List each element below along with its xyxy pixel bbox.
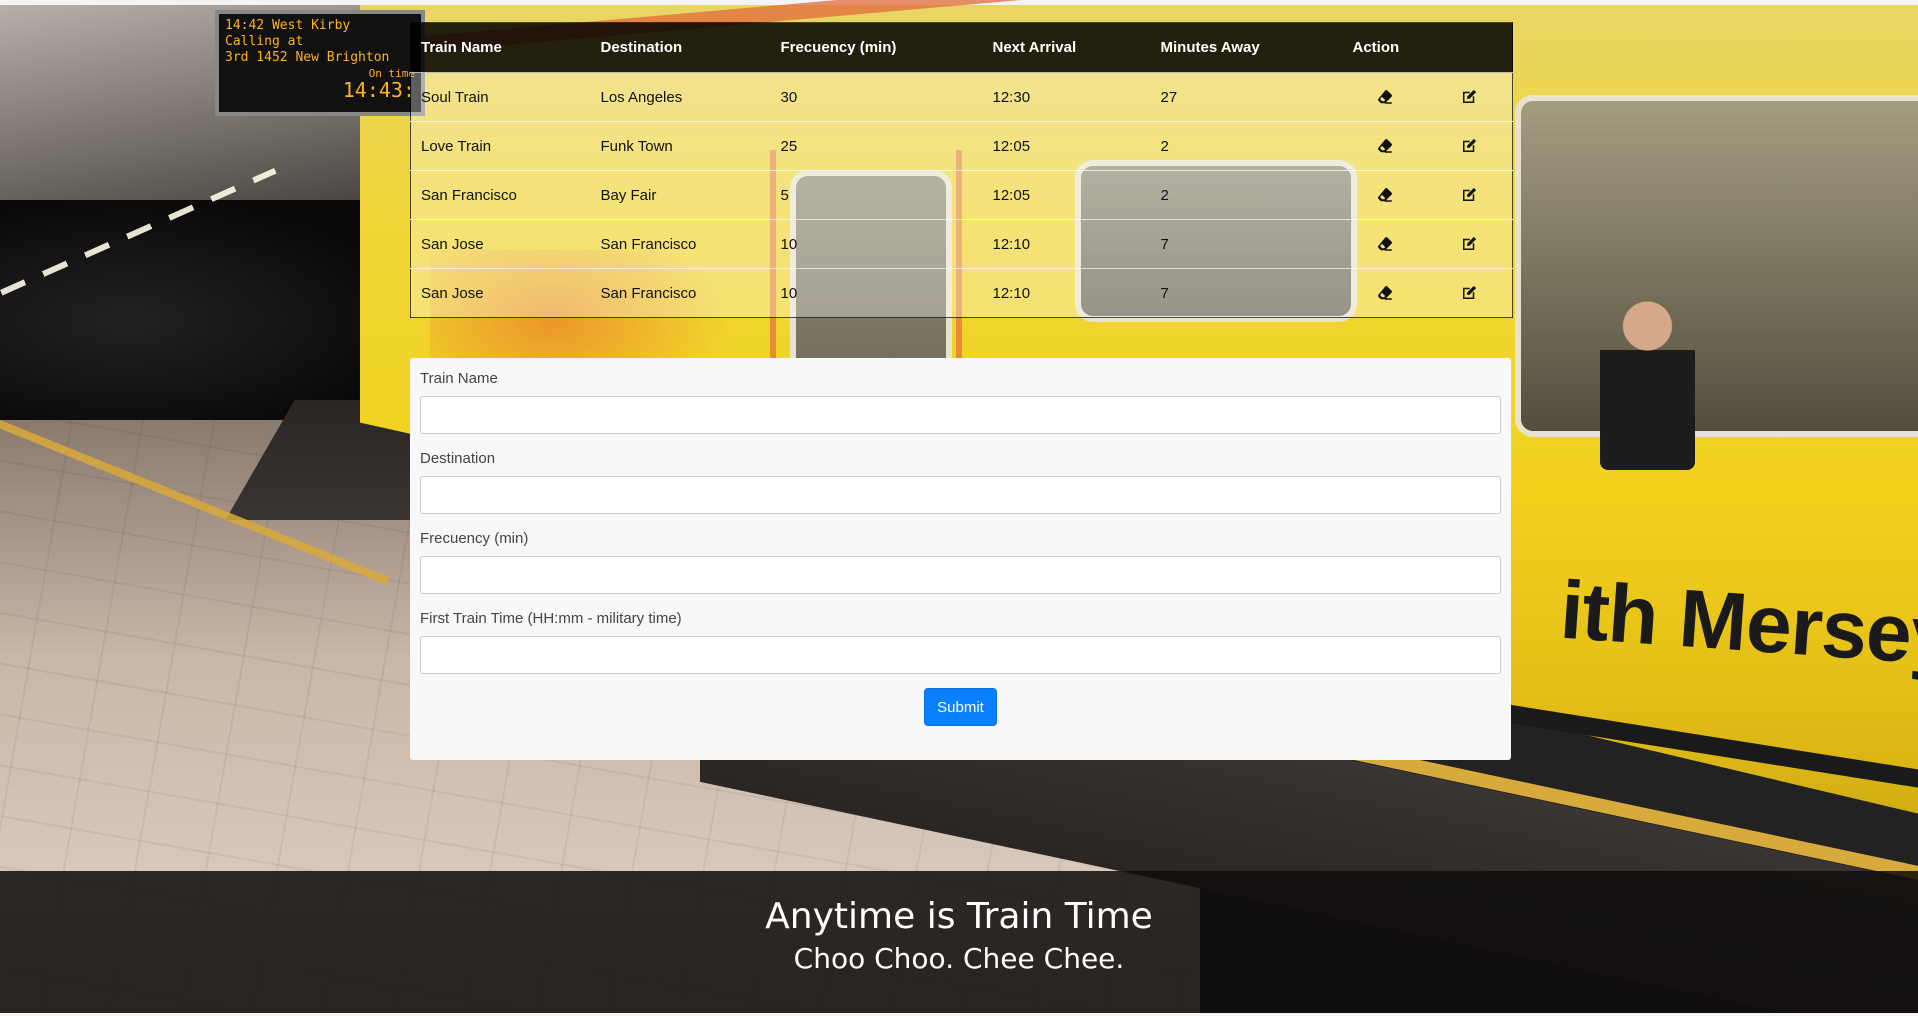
footer-title: Anytime is Train Time [765,896,1153,937]
edit-icon[interactable] [1460,137,1478,155]
edit-icon[interactable] [1460,235,1478,253]
cell-destination: Bay Fair [590,170,771,220]
cell-train-name: San Jose [410,268,591,318]
cell-destination: San Francisco [590,219,771,269]
edit-icon[interactable] [1460,186,1478,204]
first-train-time-input[interactable] [420,636,1501,674]
page: ith Merseyrc 14:42 West Kirby Calling at… [0,0,1918,1016]
cell-next-arrival: 12:10 [982,219,1151,269]
delete-action-cell [1342,219,1427,269]
header-minutes-away: Minutes Away [1150,22,1343,73]
delete-action-cell [1342,170,1427,220]
train-schedule-table: Train Name Destination Frecuency (min) N… [410,22,1513,318]
first-train-time-label: First Train Time (HH:mm - military time) [420,610,682,627]
table-body: Soul Train Los Angeles 30 12:30 27 Love Train… [410,72,1513,318]
eraser-icon[interactable] [1376,88,1394,106]
cell-minutes-away: 7 [1150,268,1343,318]
eraser-icon[interactable] [1376,137,1394,155]
delete-action-cell [1342,72,1427,122]
passenger [1600,290,1695,470]
train-name-label: Train Name [420,370,498,387]
cell-next-arrival: 12:05 [982,170,1151,220]
submit-button[interactable]: Submit [924,688,997,726]
cell-train-name: San Francisco [410,170,591,220]
header-destination: Destination [590,22,771,73]
table-row: San Jose San Francisco 10 12:10 7 [410,219,1513,269]
table-row: Soul Train Los Angeles 30 12:30 27 [410,72,1513,122]
frequency-group: Frecuency (min) [420,530,1501,594]
table-row: San Francisco Bay Fair 5 12:05 2 [410,170,1513,220]
cell-minutes-away: 27 [1150,72,1343,122]
delete-action-cell [1342,121,1427,171]
delete-action-cell [1342,268,1427,318]
edit-icon[interactable] [1460,284,1478,302]
first-train-time-group: First Train Time (HH:mm - military time) [420,610,1501,674]
header-next-arrival: Next Arrival [982,22,1151,73]
cell-frequency: 25 [770,121,983,171]
cell-train-name: Love Train [410,121,591,171]
sign-line-3: 3rd 1452 New Brighton [225,50,390,65]
train-window [1515,95,1918,437]
edit-icon[interactable] [1460,88,1478,106]
departure-sign: 14:42 West Kirby Calling at 3rd 1452 New… [215,10,425,116]
edit-action-cell [1426,268,1513,318]
eraser-icon[interactable] [1376,186,1394,204]
cell-train-name: San Jose [410,219,591,269]
sign-clock: 14:43: [342,78,415,102]
edit-action-cell [1426,121,1513,171]
cell-frequency: 30 [770,72,983,122]
table-row: Love Train Funk Town 25 12:05 2 [410,121,1513,171]
frequency-label: Frecuency (min) [420,530,529,547]
edit-action-cell [1426,219,1513,269]
cell-next-arrival: 12:30 [982,72,1151,122]
destination-group: Destination [420,450,1501,514]
cell-destination: San Francisco [590,268,771,318]
cell-destination: Los Angeles [590,72,771,122]
cell-next-arrival: 12:05 [982,121,1151,171]
cell-next-arrival: 12:10 [982,268,1151,318]
train-name-input[interactable] [420,396,1501,434]
footer-subtitle: Choo Choo. Chee Chee. [793,942,1125,975]
header-action: Action [1342,22,1513,73]
cell-frequency: 10 [770,268,983,318]
cell-train-name: Soul Train [410,72,591,122]
frequency-input[interactable] [420,556,1501,594]
eraser-icon[interactable] [1376,284,1394,302]
cell-minutes-away: 2 [1150,121,1343,171]
destination-label: Destination [420,450,496,467]
cell-frequency: 10 [770,219,983,269]
train-name-group: Train Name [420,370,1501,434]
header-frequency: Frecuency (min) [770,22,983,73]
edit-action-cell [1426,72,1513,122]
sign-line-2: Calling at [225,34,304,49]
destination-input[interactable] [420,476,1501,514]
cell-minutes-away: 2 [1150,170,1343,220]
table-row: San Jose San Francisco 10 12:10 7 [410,268,1513,318]
schedule-section: Train Name Destination Frecuency (min) N… [410,22,1513,318]
add-train-form: Train Name Destination Frecuency (min) F… [410,358,1511,760]
footer-banner: Anytime is Train Time Choo Choo. Chee Ch… [0,871,1918,1013]
edit-action-cell [1426,170,1513,220]
eraser-icon[interactable] [1376,235,1394,253]
cell-frequency: 5 [770,170,983,220]
table-header-row: Train Name Destination Frecuency (min) N… [410,22,1513,73]
cell-destination: Funk Town [590,121,771,171]
sign-line-1: 14:42 West Kirby [225,18,351,33]
submit-wrap: Submit [420,688,1501,726]
cell-minutes-away: 7 [1150,219,1343,269]
header-train-name: Train Name [410,22,591,73]
